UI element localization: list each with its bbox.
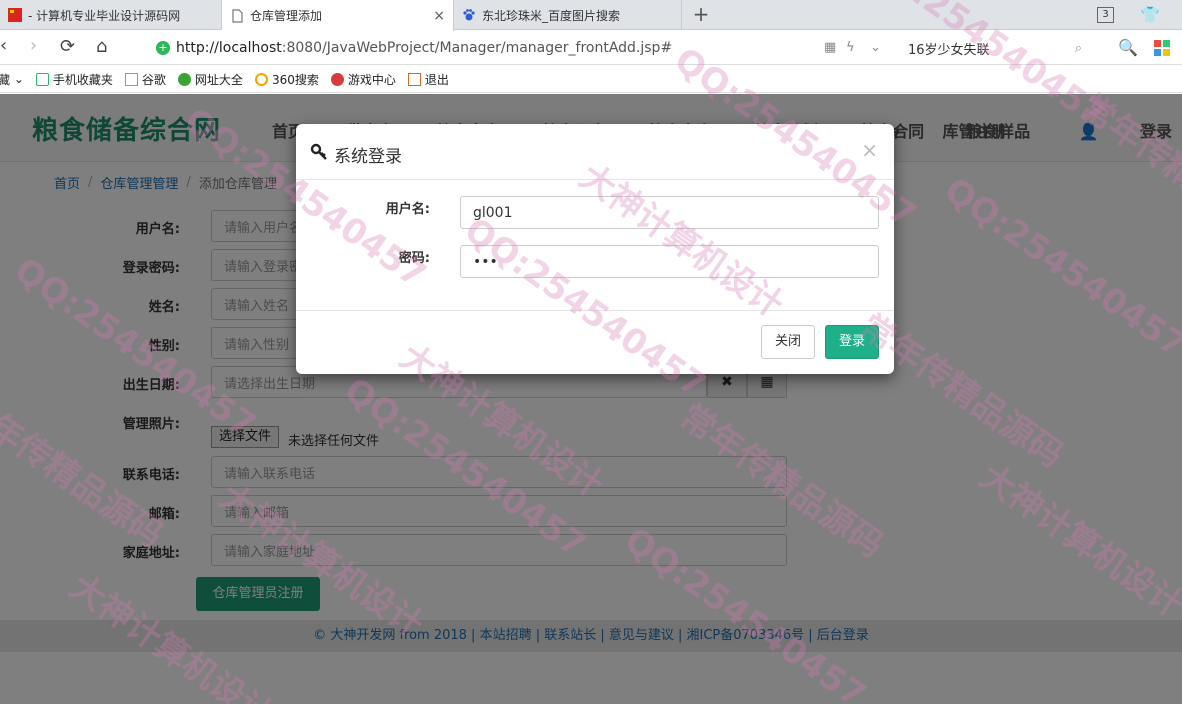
modal-username-field[interactable]: gl001 bbox=[460, 196, 879, 229]
login-modal: 系统登录 × 用户名: gl001 密码: ••• 关闭 登录 bbox=[296, 124, 894, 374]
tab-title: - 计算机专业毕业设计源码网 bbox=[28, 8, 181, 23]
forward-arrow-icon[interactable]: › bbox=[30, 35, 37, 56]
url-host: http://localhost bbox=[176, 40, 282, 56]
new-tab-button[interactable]: + bbox=[690, 3, 712, 27]
search-icon: ⌕ bbox=[1074, 40, 1082, 56]
modal-password-field[interactable]: ••• bbox=[460, 245, 879, 278]
home-icon[interactable]: ⌂ bbox=[96, 36, 107, 57]
page-icon bbox=[124, 72, 138, 86]
bookmark-360[interactable]: 360搜索 bbox=[254, 71, 319, 88]
bookmark-games[interactable]: 游戏中心 bbox=[330, 71, 396, 88]
bookmark-exit[interactable]: 退出 bbox=[407, 71, 449, 88]
tab-count-badge[interactable]: 3 bbox=[1097, 7, 1114, 23]
bookmark-hao[interactable]: 网址大全 bbox=[177, 71, 243, 88]
page-favicon-icon bbox=[232, 8, 243, 23]
secure-shield-icon: + bbox=[156, 41, 170, 55]
address-bar: ‹ › ⟳ ⌂ + http://localhost :8080/JavaWeb… bbox=[0, 31, 1182, 65]
exit-icon bbox=[407, 72, 421, 86]
back-arrow-icon[interactable]: ‹ bbox=[0, 35, 7, 56]
lightning-icon[interactable]: ϟ bbox=[846, 40, 855, 55]
bookmarks-bar: 藏 ⌄ 手机收藏夹 谷歌 网址大全 360搜索 游戏中心 退出 bbox=[0, 66, 1182, 93]
browser-tab-warehouse-add[interactable]: 仓库管理添加 × bbox=[222, 0, 454, 31]
game-icon bbox=[330, 72, 344, 86]
tab-title: 仓库管理添加 bbox=[250, 9, 323, 23]
flag-favicon-icon bbox=[8, 8, 22, 22]
search-button-icon[interactable]: 🔍 bbox=[1118, 38, 1138, 57]
qr-code-icon[interactable]: ▦ bbox=[824, 40, 836, 55]
tab-title: 东北珍珠米_百度图片搜索 bbox=[482, 8, 621, 23]
close-button[interactable]: 关闭 bbox=[761, 325, 815, 359]
browser-tab-baidu-images[interactable]: 东北珍珠米_百度图片搜索 bbox=[454, 0, 682, 30]
modal-divider bbox=[296, 310, 894, 311]
modal-username-label: 用户名: bbox=[385, 202, 430, 217]
tab-close-icon[interactable]: × bbox=[433, 8, 445, 24]
bookmark-google[interactable]: 谷歌 bbox=[124, 71, 166, 88]
login-button[interactable]: 登录 bbox=[825, 325, 879, 359]
modal-password-label: 密码: bbox=[398, 251, 430, 266]
phone-icon bbox=[35, 72, 49, 86]
modal-header: 系统登录 × bbox=[296, 124, 894, 180]
refresh-icon[interactable]: ⟳ bbox=[60, 36, 75, 57]
close-icon[interactable]: × bbox=[861, 138, 878, 162]
url-field[interactable]: + http://localhost :8080/JavaWebProject/… bbox=[150, 36, 890, 60]
search-input[interactable]: 16岁少女失联 ⌕ bbox=[900, 36, 1090, 60]
url-path: :8080/JavaWebProject/Manager/manager_fro… bbox=[281, 40, 673, 56]
chevron-down-icon[interactable]: ⌄ bbox=[870, 40, 881, 55]
key-icon bbox=[310, 143, 327, 160]
shirt-skin-icon[interactable]: 👕 bbox=[1140, 5, 1160, 24]
browser-tab-source-site[interactable]: - 计算机专业毕业设计源码网 bbox=[0, 0, 222, 30]
360-icon bbox=[254, 72, 268, 86]
bookmark-favorites[interactable]: 藏 ⌄ bbox=[0, 71, 24, 88]
modal-title: 系统登录 bbox=[334, 147, 402, 167]
bookmark-mobile[interactable]: 手机收藏夹 bbox=[35, 71, 113, 88]
globe-icon bbox=[177, 72, 191, 86]
browser-tab-bar: - 计算机专业毕业设计源码网 仓库管理添加 × 东北珍珠米_百度图片搜索 + 3… bbox=[0, 0, 1182, 31]
apps-grid-icon[interactable] bbox=[1154, 40, 1170, 56]
search-text: 16岁少女失联 bbox=[908, 42, 990, 58]
baidu-paw-icon bbox=[463, 9, 475, 21]
